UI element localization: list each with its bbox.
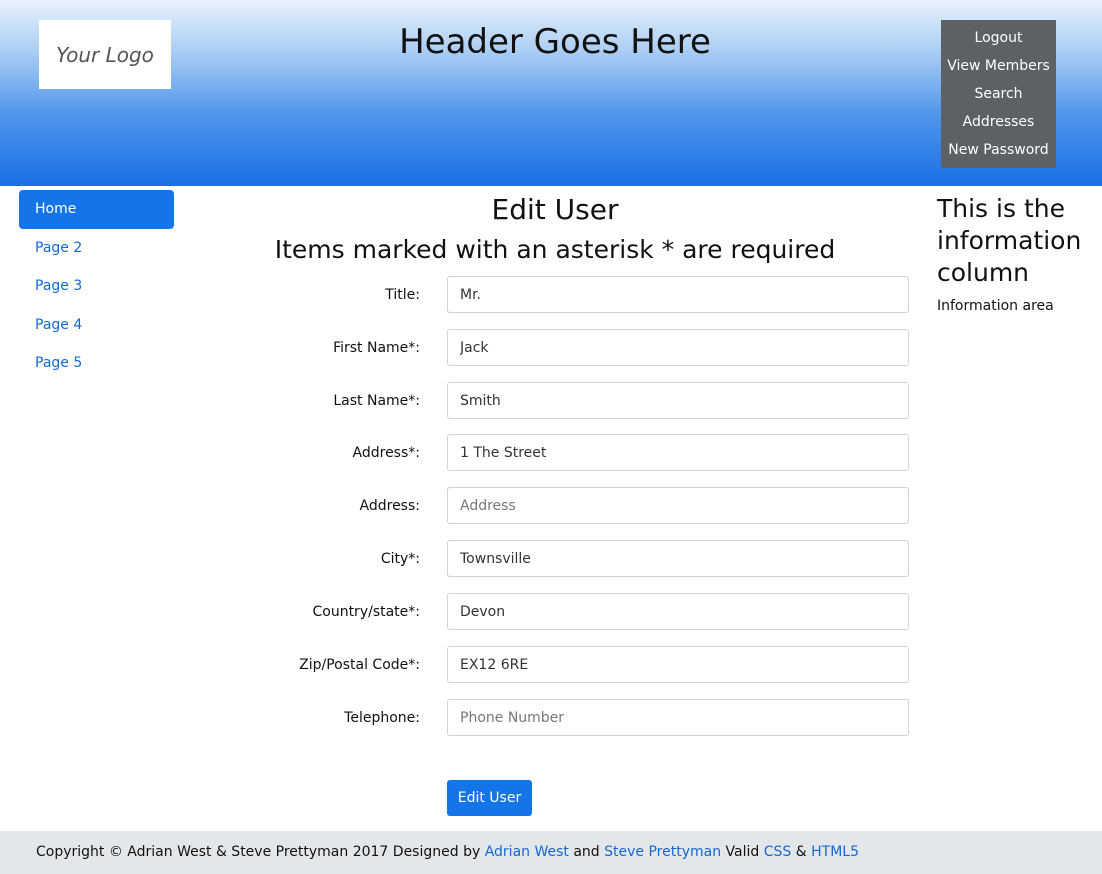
- address-1-field[interactable]: [447, 434, 909, 471]
- country-state-field[interactable]: [447, 593, 909, 630]
- logo-text: Your Logo: [56, 42, 154, 67]
- nav-addresses-link[interactable]: Addresses: [963, 114, 1035, 130]
- info-column-text: Information area: [937, 298, 1054, 314]
- footer-ampersand: &: [795, 844, 807, 860]
- footer-link-css[interactable]: CSS: [764, 844, 792, 860]
- footer-link-adrian-west[interactable]: Adrian West: [485, 844, 569, 860]
- edit-user-button[interactable]: Edit User: [447, 780, 532, 816]
- footer-link-steve-prettyman[interactable]: Steve Prettyman: [604, 844, 721, 860]
- address-1-label: Address*:: [352, 445, 420, 461]
- nav-logout-link[interactable]: Logout: [975, 30, 1023, 46]
- form-row-address-2: Address:: [260, 487, 910, 525]
- required-note: Items marked with an asterisk * are requ…: [274, 235, 836, 264]
- first-name-label: First Name*:: [333, 340, 420, 356]
- city-field[interactable]: [447, 540, 909, 577]
- logo: Your Logo: [39, 20, 171, 89]
- country-state-label: Country/state*:: [312, 604, 420, 620]
- form-row-telephone: Telephone:: [260, 699, 910, 737]
- nav-search-link[interactable]: Search: [974, 86, 1022, 102]
- form-row-address-1: Address*:: [260, 434, 910, 472]
- form-row-title: Title:: [260, 276, 910, 314]
- sidebar-item-page-3[interactable]: Page 3: [19, 267, 174, 306]
- sidebar-item-page-4[interactable]: Page 4: [19, 306, 174, 345]
- first-name-field[interactable]: [447, 329, 909, 366]
- info-column-title: This is the information column: [937, 194, 1082, 287]
- address-2-label: Address:: [359, 498, 420, 514]
- last-name-field[interactable]: [447, 382, 909, 419]
- sidebar: Home Page 2 Page 3 Page 4 Page 5: [19, 190, 174, 383]
- nav-new-password-link[interactable]: New Password: [948, 142, 1048, 158]
- sidebar-item-page-2[interactable]: Page 2: [19, 229, 174, 268]
- telephone-field[interactable]: [447, 699, 909, 736]
- postcode-field[interactable]: [447, 646, 909, 683]
- form-row-last-name: Last Name*:: [260, 382, 910, 420]
- form-row-country-state: Country/state*:: [260, 593, 910, 631]
- footer-copyright: Copyright © Adrian West & Steve Prettyma…: [36, 844, 481, 860]
- sidebar-item-home[interactable]: Home: [19, 190, 174, 229]
- last-name-label: Last Name*:: [333, 393, 420, 409]
- nav-view-members-link[interactable]: View Members: [947, 58, 1050, 74]
- page-title: Edit User: [491, 193, 619, 226]
- top-nav: Logout View Members Search Addresses New…: [941, 20, 1056, 168]
- form-row-postcode: Zip/Postal Code*:: [260, 646, 910, 684]
- footer-link-html5[interactable]: HTML5: [811, 844, 859, 860]
- site-footer: Copyright © Adrian West & Steve Prettyma…: [0, 831, 1102, 874]
- sidebar-item-page-5[interactable]: Page 5: [19, 344, 174, 383]
- title-field[interactable]: [447, 276, 909, 313]
- address-2-field[interactable]: [447, 487, 909, 524]
- postcode-label: Zip/Postal Code*:: [299, 657, 420, 673]
- header-title: Header Goes Here: [399, 22, 711, 62]
- form-row-city: City*:: [260, 540, 910, 578]
- footer-valid: Valid: [725, 844, 760, 860]
- title-label: Title:: [385, 287, 420, 303]
- site-header: Your Logo Header Goes Here Logout View M…: [0, 0, 1102, 186]
- telephone-label: Telephone:: [344, 710, 420, 726]
- footer-and: and: [573, 844, 600, 860]
- city-label: City*:: [380, 551, 420, 567]
- form-row-first-name: First Name*:: [260, 329, 910, 367]
